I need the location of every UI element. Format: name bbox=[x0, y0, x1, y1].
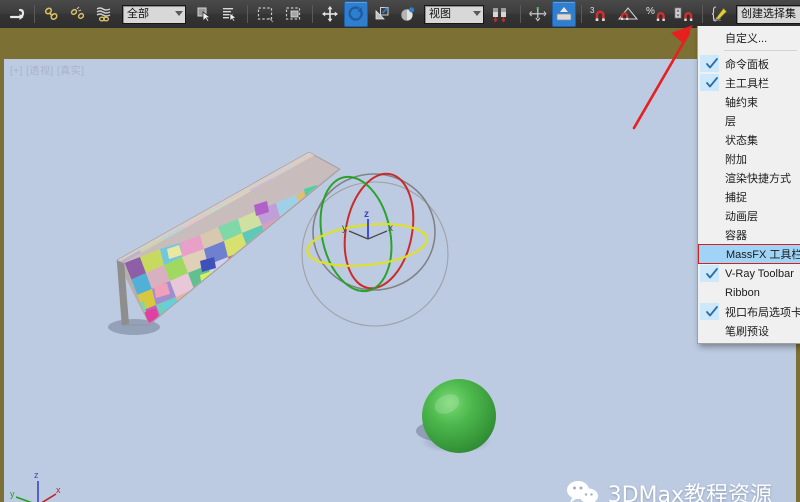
menu-item-13[interactable]: Ribbon bbox=[698, 283, 800, 302]
spinner-snap-toggle-icon[interactable] bbox=[671, 1, 697, 27]
menu-item-label: 渲染快捷方式 bbox=[725, 172, 791, 185]
menu-item-15[interactable]: 笔刷预设 bbox=[698, 321, 800, 340]
menu-item-2[interactable]: 主工具栏 bbox=[698, 73, 800, 92]
perspective-viewport[interactable]: [+] [透视] [真实] z y x z y x 3DMax教程资源 bbox=[4, 59, 796, 502]
menu-item-label: 动画层 bbox=[725, 210, 758, 223]
wechat-icon bbox=[566, 481, 598, 502]
toolbar-visibility-menu[interactable]: 自定义... 命令面板主工具栏轴约束层状态集附加渲染快捷方式 捕捉动画层容器 Mass… bbox=[697, 26, 800, 344]
check-icon bbox=[704, 54, 720, 73]
bind-to-space-warp-icon[interactable] bbox=[92, 1, 116, 27]
menu-item-label: 状态集 bbox=[725, 134, 758, 147]
menu-item-6[interactable]: 附加 bbox=[698, 149, 800, 168]
edit-named-selection-sets-icon[interactable]: abc bbox=[708, 1, 732, 27]
menu-item-label: 笔刷预设 bbox=[725, 325, 769, 338]
check-icon bbox=[704, 302, 720, 321]
gizmo-y-label: y bbox=[342, 223, 347, 234]
menu-item-label: 附加 bbox=[725, 153, 747, 166]
reference-coordinate-system-combo[interactable]: 视图 bbox=[424, 4, 484, 24]
menu-item-3[interactable]: 轴约束 bbox=[698, 92, 800, 111]
toolbar-separator bbox=[520, 5, 521, 23]
fractured-wall-object bbox=[116, 151, 341, 326]
select-and-scale-icon[interactable] bbox=[370, 1, 394, 27]
menu-item-label: 命令面板 bbox=[725, 58, 769, 71]
menu-item-label: 轴约束 bbox=[725, 96, 758, 109]
svg-text:abc: abc bbox=[713, 17, 722, 23]
toolbar-separator bbox=[34, 5, 35, 23]
menu-item-12[interactable]: V-Ray Toolbar bbox=[698, 264, 800, 283]
3dsmax-window: 全部 视图 3 % abc 创建选择集 [+] [透视] [真实] z y x … bbox=[0, 0, 800, 502]
menu-item-label: 主工具栏 bbox=[725, 77, 769, 90]
check-icon bbox=[704, 73, 720, 92]
select-by-name-icon[interactable] bbox=[218, 1, 242, 27]
unlink-selection-icon[interactable] bbox=[66, 1, 90, 27]
select-and-link-icon[interactable] bbox=[40, 1, 64, 27]
menu-item-label: V-Ray Toolbar bbox=[725, 267, 794, 280]
chevron-down-icon bbox=[175, 10, 183, 16]
tripod-x-label: x bbox=[56, 485, 61, 495]
watermark: 3DMax教程资源 bbox=[566, 477, 772, 502]
menu-item-11[interactable]: MassFX 工具栏 bbox=[698, 244, 800, 264]
selection-filter-value: 全部 bbox=[127, 7, 149, 20]
menu-item-label: 捕捉 bbox=[725, 191, 747, 204]
select-object-icon[interactable] bbox=[192, 1, 216, 27]
menu-item-label: Ribbon bbox=[725, 286, 760, 299]
toolbar-separator bbox=[312, 5, 313, 23]
chevron-down-icon bbox=[473, 10, 481, 16]
menu-item-0[interactable]: 自定义... bbox=[698, 28, 800, 47]
watermark-text: 3DMax教程资源 bbox=[607, 483, 772, 502]
window-crossing-icon[interactable] bbox=[281, 1, 307, 27]
angle-snap-toggle-icon[interactable] bbox=[615, 1, 641, 27]
menu-separator bbox=[724, 50, 797, 51]
svg-text:3: 3 bbox=[590, 6, 595, 15]
menu-item-9[interactable]: 动画层 bbox=[698, 206, 800, 225]
rectangular-selection-region-icon[interactable] bbox=[253, 1, 279, 27]
toolbar-separator bbox=[702, 5, 703, 23]
viewport-axis-tripod: z y x bbox=[10, 470, 61, 502]
menu-item-label: 自定义... bbox=[725, 32, 768, 45]
menu-item-14[interactable]: 视口布局选项卡 bbox=[698, 302, 800, 321]
tripod-z-label: z bbox=[34, 470, 39, 480]
menu-item-5[interactable]: 状态集 bbox=[698, 130, 800, 149]
toolbar-separator bbox=[247, 5, 248, 23]
snaps-toggle-icon[interactable]: 3 bbox=[587, 1, 613, 27]
named-selection-set-combo[interactable]: 创建选择集 bbox=[736, 4, 800, 24]
menu-item-7[interactable]: 渲染快捷方式 bbox=[698, 168, 800, 187]
select-and-manipulate-icon[interactable] bbox=[526, 1, 550, 27]
percent-snap-toggle-icon[interactable]: % bbox=[643, 1, 669, 27]
menu-item-8[interactable]: 捕捉 bbox=[698, 187, 800, 206]
menu-item-10[interactable]: 容器 bbox=[698, 225, 800, 244]
reference-coordinate-icon[interactable] bbox=[396, 1, 420, 27]
main-toolbar: 全部 视图 3 % abc 创建选择集 bbox=[0, 0, 800, 29]
check-icon bbox=[704, 264, 720, 283]
tripod-y-label: y bbox=[10, 489, 15, 499]
named-selection-set-value: 创建选择集 bbox=[741, 7, 796, 20]
keyboard-shortcut-override-icon[interactable] bbox=[552, 1, 576, 27]
rotation-gizmo: z y x bbox=[301, 172, 449, 327]
svg-text:%: % bbox=[646, 6, 655, 17]
menu-item-label: MassFX 工具栏 bbox=[726, 249, 800, 261]
gizmo-x-label: x bbox=[388, 223, 393, 234]
menu-item-4[interactable]: 层 bbox=[698, 111, 800, 130]
toolbar-separator bbox=[581, 5, 582, 23]
menu-item-1[interactable]: 命令面板 bbox=[698, 54, 800, 73]
select-and-rotate-icon[interactable] bbox=[344, 1, 368, 27]
select-and-move-icon[interactable] bbox=[318, 1, 342, 27]
gizmo-z-label: z bbox=[364, 209, 369, 220]
viewport-3d-scene: z y x bbox=[108, 151, 496, 453]
undo-icon[interactable] bbox=[5, 1, 29, 27]
coord-system-value: 视图 bbox=[429, 7, 451, 20]
menu-item-label: 视口布局选项卡 bbox=[725, 306, 800, 319]
menu-item-label: 容器 bbox=[725, 229, 747, 242]
use-pivot-point-center-icon[interactable] bbox=[487, 1, 515, 27]
selection-filter-combo[interactable]: 全部 bbox=[122, 4, 186, 24]
viewport-frame: [+] [透视] [真实] z y x z y x 3DMax教程资源 bbox=[0, 28, 800, 502]
menu-item-label: 层 bbox=[725, 115, 736, 128]
